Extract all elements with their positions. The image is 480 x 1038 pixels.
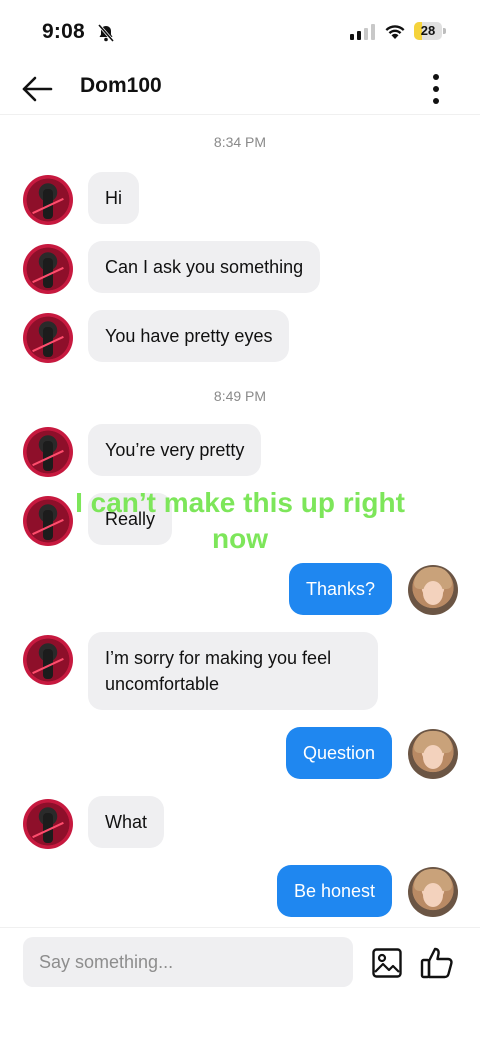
- outgoing-message[interactable]: Be honest: [276, 865, 392, 917]
- bell-slash-icon: [97, 24, 115, 42]
- outgoing-message[interactable]: Question: [285, 727, 392, 779]
- more-vertical-icon[interactable]: [420, 68, 452, 110]
- contact-name[interactable]: Dom100: [80, 74, 162, 98]
- timestamp: 8:49 PM: [213, 388, 267, 404]
- chat-header: Dom100: [0, 62, 480, 115]
- battery-icon: 28: [414, 22, 446, 40]
- timestamp: 8:34 PM: [213, 134, 267, 150]
- contact-avatar[interactable]: [23, 427, 73, 477]
- status-time: 9:08: [42, 20, 85, 43]
- contact-avatar[interactable]: [23, 175, 73, 225]
- outgoing-message[interactable]: Thanks?: [288, 563, 392, 615]
- thumbs-up-icon[interactable]: [419, 945, 455, 981]
- user-avatar[interactable]: [408, 729, 458, 779]
- arrow-left-icon[interactable]: [18, 70, 56, 108]
- incoming-message[interactable]: Can I ask you something: [88, 241, 321, 293]
- incoming-message[interactable]: You’re very pretty: [88, 424, 262, 476]
- contact-avatar[interactable]: [23, 496, 73, 546]
- incoming-message[interactable]: Really: [88, 493, 173, 545]
- incoming-message[interactable]: Hi: [88, 172, 139, 224]
- contact-avatar[interactable]: [23, 635, 73, 685]
- incoming-message[interactable]: I’m sorry for making you feel uncomforta…: [88, 632, 378, 710]
- user-avatar[interactable]: [408, 867, 458, 917]
- contact-avatar[interactable]: [23, 313, 73, 363]
- message-input[interactable]: [23, 937, 353, 987]
- battery-level: 28: [420, 23, 436, 38]
- message-composer: [0, 927, 480, 1038]
- user-avatar[interactable]: [408, 565, 458, 615]
- signal-icon: [350, 24, 375, 40]
- status-bar: 9:08 28: [0, 0, 480, 62]
- wifi-icon: [385, 25, 405, 39]
- contact-avatar[interactable]: [23, 799, 73, 849]
- message-thread: 8:34 PM Hi Can I ask you something You h…: [0, 115, 480, 927]
- incoming-message[interactable]: You have pretty eyes: [88, 310, 290, 362]
- image-icon[interactable]: [371, 947, 403, 979]
- incoming-message[interactable]: What: [88, 796, 165, 848]
- contact-avatar[interactable]: [23, 244, 73, 294]
